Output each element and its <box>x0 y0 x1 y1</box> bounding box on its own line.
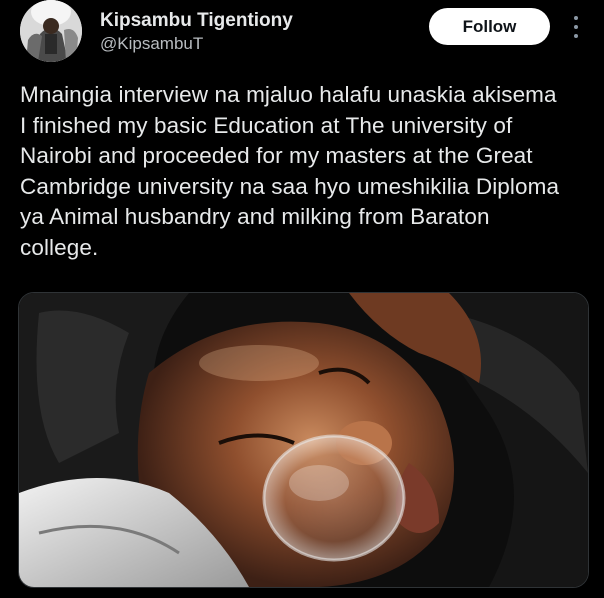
author-display-name[interactable]: Kipsambu Tigentiony <box>100 10 293 32</box>
avatar[interactable] <box>20 0 82 62</box>
tweet-media-image[interactable] <box>18 292 589 588</box>
more-vertical-icon[interactable] <box>566 12 586 42</box>
follow-button[interactable]: Follow <box>429 8 550 45</box>
author-handle[interactable]: @KipsambuT <box>100 34 203 54</box>
tweet-card: Kipsambu Tigentiony @KipsambuT Follow Mn… <box>0 0 604 598</box>
avatar-image <box>20 0 82 62</box>
tweet-text: Mnaingia interview na mjaluo halafu unas… <box>20 82 560 260</box>
sleeping-person-photo <box>19 293 588 587</box>
